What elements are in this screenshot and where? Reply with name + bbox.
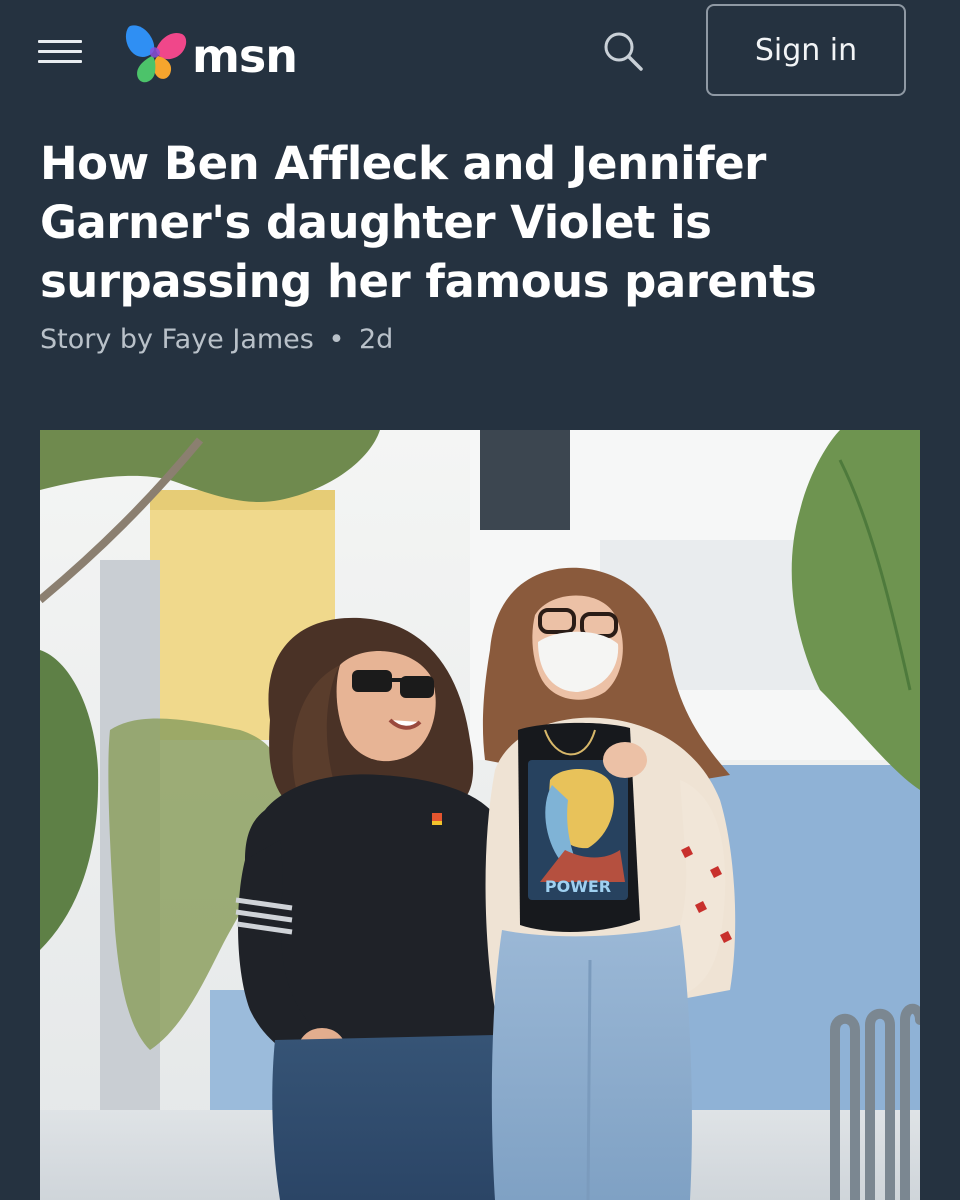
hamburger-menu-icon[interactable] <box>38 38 82 66</box>
article-headline: How Ben Affleck and Jennifer Garner's da… <box>40 137 817 308</box>
hero-photo-illustration: POWER <box>40 430 920 1200</box>
shirt-print-text: POWER <box>545 877 611 896</box>
msn-article-page: msn Sign in How Ben Affleck and Jennifer… <box>0 0 960 1200</box>
msn-logo[interactable]: msn <box>122 18 298 88</box>
hero-image[interactable]: POWER <box>40 430 920 1200</box>
top-header: msn Sign in <box>0 0 960 110</box>
sign-in-button[interactable]: Sign in <box>706 4 906 96</box>
byline-author[interactable]: Story by Faye James <box>40 324 314 355</box>
article-byline: Story by Faye James • 2d <box>40 324 393 355</box>
byline-separator: • <box>328 324 345 355</box>
brand-name: msn <box>192 29 298 83</box>
search-icon[interactable] <box>600 28 646 74</box>
msn-butterfly-icon <box>125 25 187 83</box>
byline-age: 2d <box>359 324 394 355</box>
